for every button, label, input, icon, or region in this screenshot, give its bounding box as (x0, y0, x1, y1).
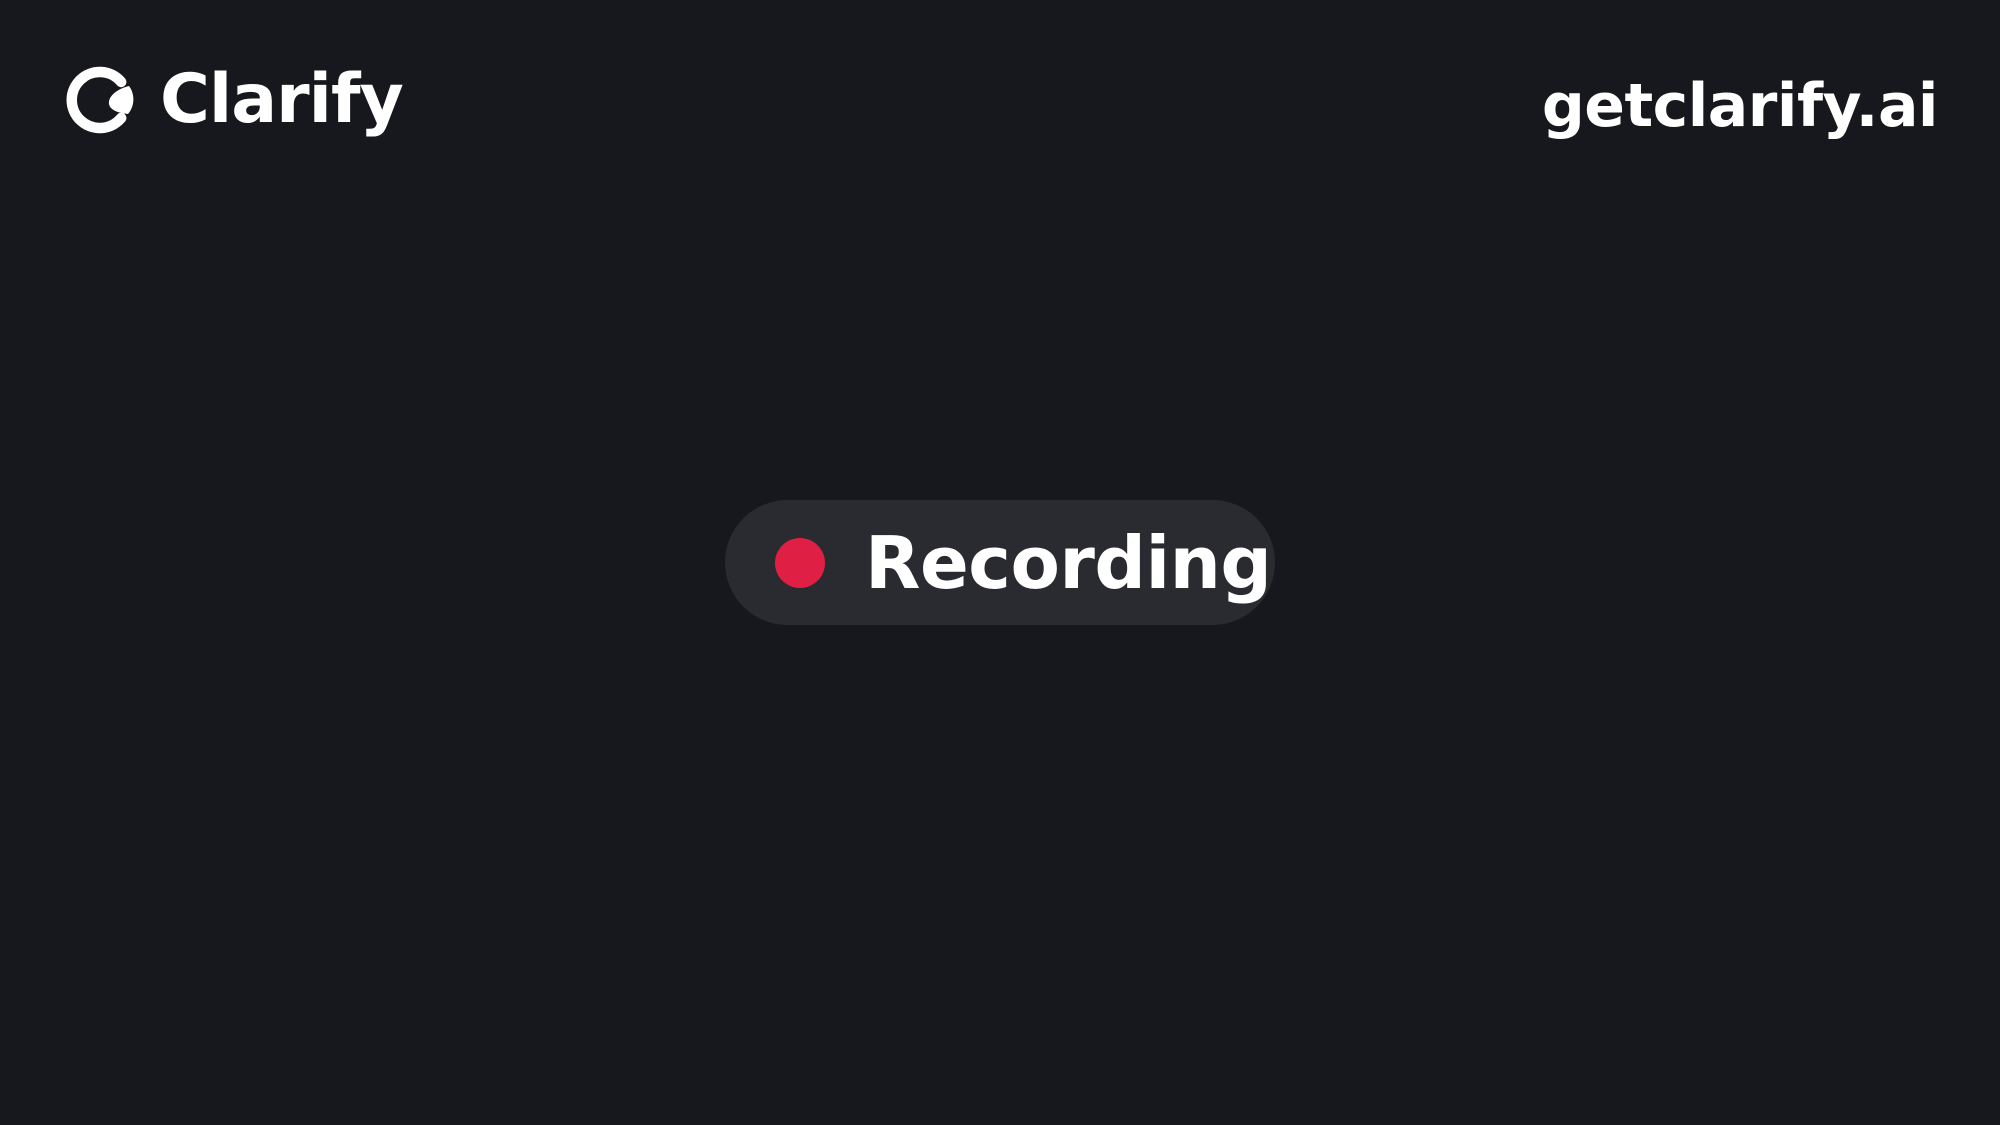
clarify-logo-icon (66, 66, 134, 134)
website-link[interactable]: getclarify.ai (1542, 68, 1939, 144)
brand-name: Clarify (160, 60, 404, 139)
recording-label: Recording (865, 520, 1272, 605)
recording-dot-icon (775, 537, 825, 588)
brand-logo: Clarify (62, 60, 404, 139)
recording-status-pill[interactable]: Recording (725, 500, 1275, 625)
